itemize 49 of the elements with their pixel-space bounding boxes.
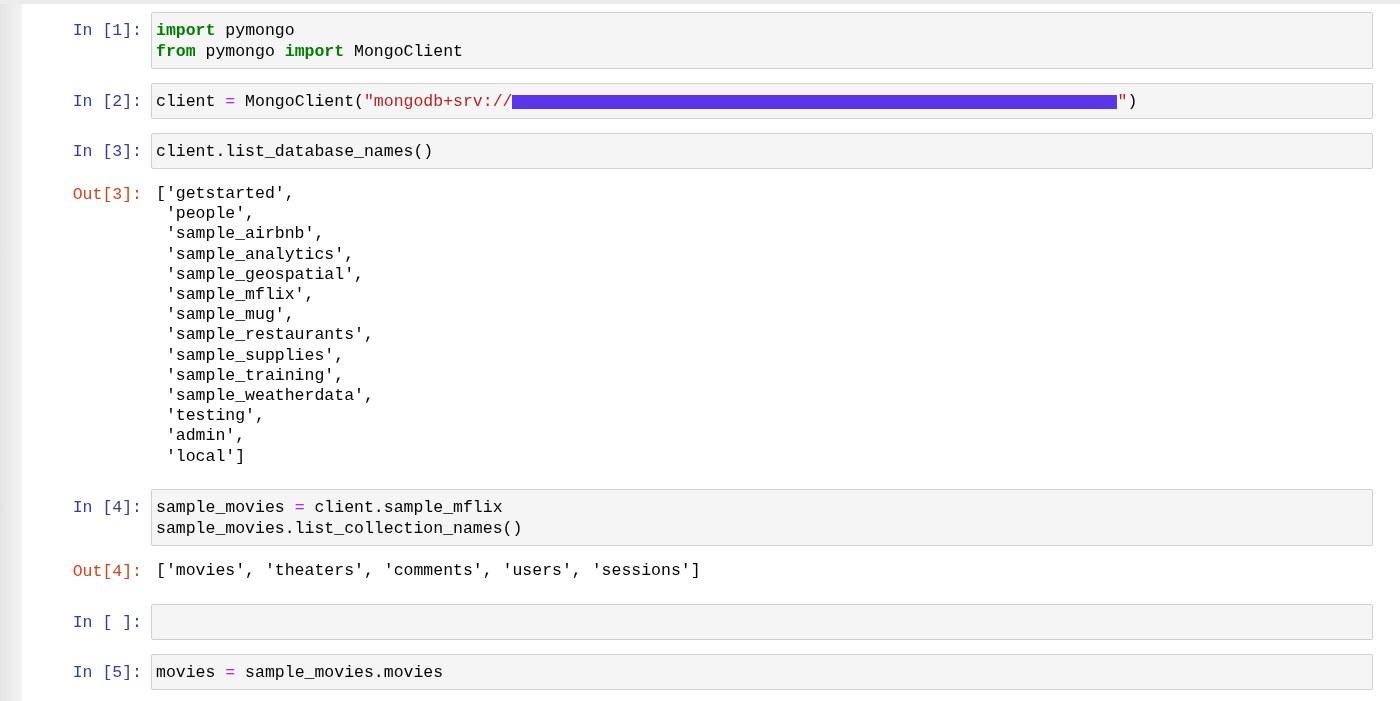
code-text: sample_movies [156, 497, 286, 517]
code-text: pymongo [204, 42, 276, 61]
output-line: 'sample_mflix', [164, 285, 316, 306]
input-prompt: In [3]: [71, 141, 143, 162]
output-line: 'sample_airbnb', [164, 224, 326, 245]
code-operator: = [225, 92, 236, 111]
code-text: movies [156, 662, 217, 682]
input-prompt: In [5]: [71, 661, 143, 683]
input-prompt: In [1]: [71, 20, 143, 41]
output-prompt: Out[3]: [71, 184, 143, 205]
code-cell-input[interactable]: client.list_database_names() [151, 133, 1373, 169]
output-line: 'people', [164, 204, 257, 225]
output-prompt: Out[4]: [71, 560, 143, 582]
output-line: 'sample_analytics', [164, 244, 356, 265]
output-line: ['getstarted', [156, 184, 296, 205]
output-line: 'sample_restaurants', [164, 325, 375, 346]
code-operator: = [294, 497, 305, 517]
output-line: 'testing', [164, 406, 266, 427]
output-line: 'sample_mug', [164, 305, 296, 326]
code-cell-input[interactable]: client = MongoClient("mongodb+srv:// ") [151, 83, 1373, 119]
code-text: pymongo [224, 21, 295, 40]
code-keyword: import [156, 21, 216, 40]
code-text: client [156, 92, 217, 111]
output-line: 'sample_weatherdata', [164, 386, 375, 407]
code-cell-input[interactable]: movies = sample_movies.movies [151, 653, 1373, 690]
input-prompt: In [ ]: [71, 611, 143, 633]
code-text: MongoClient [353, 42, 463, 61]
code-text: client.sample_mflix [313, 497, 503, 517]
code-text: MongoClient( [244, 92, 364, 111]
code-keyword: import [284, 42, 345, 61]
output-line: 'admin', [164, 426, 247, 447]
code-text: ) [1127, 92, 1138, 111]
code-operator: = [225, 662, 236, 682]
input-prompt: In [4]: [71, 496, 143, 518]
code-text: client.list_database_names() [156, 142, 434, 161]
output-line: 'sample_training', [164, 365, 346, 387]
code-cell-input[interactable] [151, 603, 1373, 640]
output-line: ['movies', 'theaters', 'comments', 'users', 'sessions'] [156, 560, 702, 582]
code-cell-input[interactable]: import pymongo from pymongo import MongoClient [151, 12, 1373, 69]
code-keyword: from [156, 42, 196, 61]
code-text: sample_movies.movies [244, 662, 444, 682]
input-prompt: In [2]: [71, 91, 143, 112]
code-cell-input[interactable]: sample_movies = client.sample_mflix sample_movies.list_collection_names() [151, 488, 1373, 546]
code-string: "mongodb+srv:// [363, 92, 513, 111]
output-line: 'sample_geospatial', [164, 264, 365, 285]
code-text: sample_movies.list_collection_names() [156, 518, 523, 538]
code-string: " [1117, 92, 1128, 111]
output-line: 'sample_supplies', [164, 345, 346, 366]
output-line: 'local'] [164, 446, 247, 467]
